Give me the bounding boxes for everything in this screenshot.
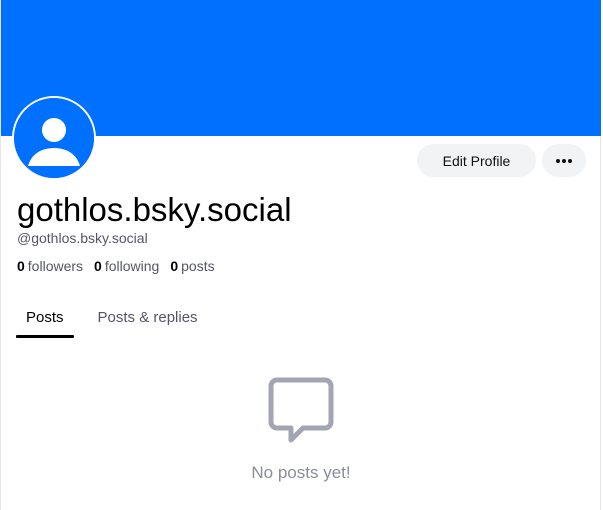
- following-stat[interactable]: 0 following: [94, 256, 159, 276]
- edit-profile-button[interactable]: Edit Profile: [417, 144, 536, 177]
- profile-banner[interactable]: [1, 0, 601, 136]
- following-count: 0: [94, 258, 102, 274]
- ellipsis-icon: [556, 158, 572, 163]
- tab-posts-label: Posts: [26, 308, 64, 326]
- empty-feed-message: No posts yet!: [251, 463, 351, 482]
- profile-page: Edit Profile gothlos.bsky.social @gothlo…: [0, 0, 601, 510]
- followers-count: 0: [17, 258, 25, 274]
- tab-posts-and-replies[interactable]: Posts & replies: [98, 296, 198, 338]
- profile-tabs: Posts Posts & replies: [16, 296, 198, 338]
- posts-count: 0: [170, 258, 179, 274]
- following-label: following: [104, 258, 160, 274]
- followers-label: followers: [27, 258, 84, 274]
- message-bubble-icon: [267, 376, 335, 449]
- default-avatar-icon: [14, 98, 94, 178]
- posts-stat: 0 posts: [170, 256, 214, 276]
- profile-handle: @gothlos.bsky.social: [17, 230, 148, 246]
- display-name: gothlos.bsky.social: [17, 191, 292, 228]
- avatar[interactable]: [12, 96, 96, 180]
- tab-posts-and-replies-label: Posts & replies: [97, 308, 198, 326]
- more-options-button[interactable]: [542, 144, 586, 177]
- posts-label: posts: [181, 258, 215, 274]
- tab-posts[interactable]: Posts: [16, 296, 74, 338]
- followers-stat[interactable]: 0 followers: [17, 256, 83, 276]
- profile-stats: 0 followers 0 following 0 posts: [17, 256, 215, 276]
